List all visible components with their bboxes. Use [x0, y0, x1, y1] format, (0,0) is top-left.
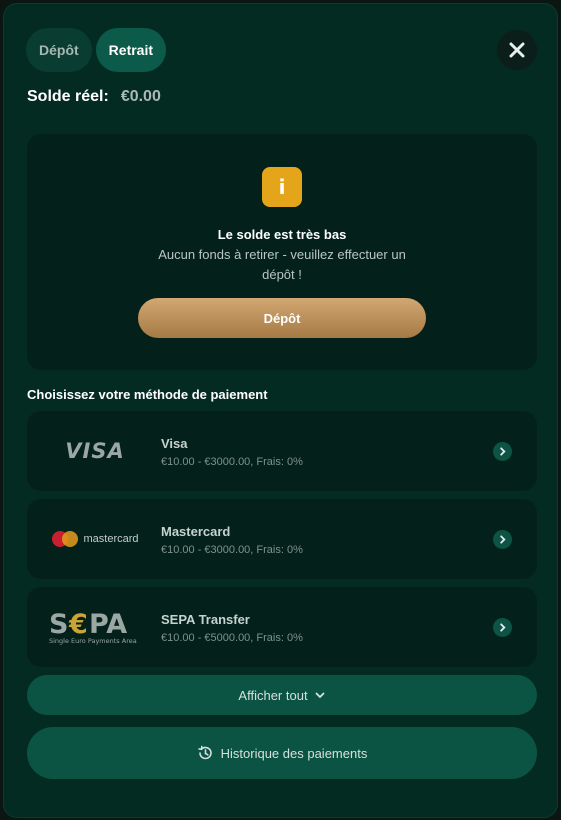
payment-section-title: Choisissez votre méthode de paiement	[27, 387, 268, 402]
chevron-right-icon[interactable]	[493, 530, 512, 549]
history-icon	[197, 745, 212, 760]
chevron-down-icon	[315, 692, 324, 699]
chevron-right-icon[interactable]	[493, 442, 512, 461]
show-all-button[interactable]: Afficher tout	[27, 675, 537, 715]
method-limits: €10.00 - €3000.00, Frais: 0%	[161, 544, 303, 556]
visa-logo-text: VISA	[65, 439, 125, 463]
svg-text:PA: PA	[89, 609, 127, 640]
low-balance-card: i Le solde est très bas Aucun fonds à re…	[27, 134, 537, 370]
withdraw-modal: Dépôt Retrait Solde réel: €0.00 i Le sol…	[3, 3, 558, 818]
mastercard-logo-text: mastercard	[83, 533, 139, 545]
show-all-label: Afficher tout	[238, 687, 308, 703]
method-name: Visa	[161, 436, 188, 451]
method-name: SEPA Transfer	[161, 612, 250, 627]
payment-method-visa[interactable]: VISA Visa €10.00 - €3000.00, Frais: 0%	[27, 411, 537, 491]
balance-value: €0.00	[120, 88, 161, 105]
tab-bar: Dépôt Retrait	[26, 28, 167, 72]
alert-title: Le solde est très bas	[217, 227, 347, 242]
sepa-logo: S € PA Single Euro Payments Area	[45, 607, 145, 647]
payment-method-mastercard[interactable]: mastercard Mastercard €10.00 - €3000.00,…	[27, 499, 537, 579]
history-label: Historique des paiements	[220, 745, 368, 761]
visa-logo: VISA	[45, 431, 145, 471]
method-limits: €10.00 - €3000.00, Frais: 0%	[161, 456, 303, 468]
info-icon: i	[262, 167, 302, 207]
chevron-right-icon[interactable]	[493, 618, 512, 637]
mastercard-circles-icon	[52, 531, 79, 547]
method-name: Mastercard	[161, 524, 231, 539]
svg-text:Single Euro Payments Area: Single Euro Payments Area	[49, 637, 137, 645]
balance-label: Solde réel:	[27, 88, 109, 105]
close-button[interactable]	[497, 30, 537, 70]
svg-text:S: S	[49, 609, 68, 640]
sepa-logo-graphic: S € PA Single Euro Payments Area	[49, 609, 137, 645]
tab-retrait[interactable]: Retrait	[95, 28, 167, 72]
tab-depot[interactable]: Dépôt	[26, 28, 92, 72]
method-limits: €10.00 - €5000.00, Frais: 0%	[161, 632, 303, 644]
svg-text:€: €	[68, 609, 88, 640]
alert-description: Aucun fonds à retirer - veuillez effectu…	[158, 247, 406, 282]
deposit-button[interactable]: Dépôt	[138, 298, 426, 338]
balance-row: Solde réel: €0.00	[27, 88, 161, 106]
mastercard-logo: mastercard	[45, 519, 145, 559]
payment-method-sepa[interactable]: S € PA Single Euro Payments Area SEPA Tr…	[27, 587, 537, 667]
close-icon	[509, 42, 525, 58]
payment-history-button[interactable]: Historique des paiements	[27, 727, 537, 779]
